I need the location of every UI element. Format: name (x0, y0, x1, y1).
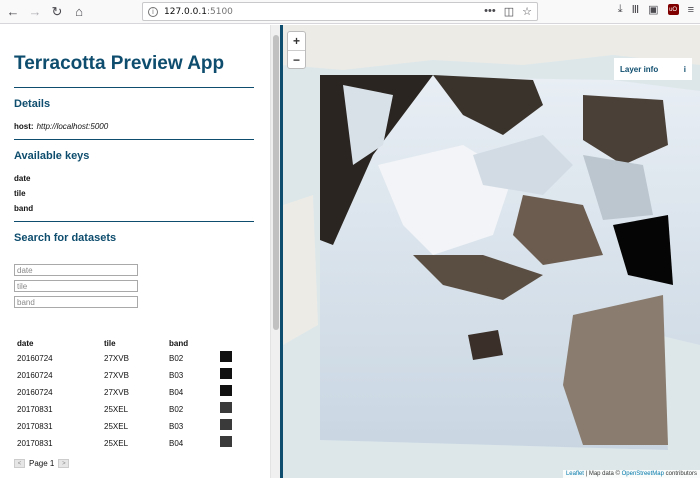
row-band: B02 (169, 405, 184, 414)
forward-icon[interactable]: → (26, 3, 44, 21)
hamburger-menu-icon[interactable]: ≡ (688, 4, 694, 16)
row-band: B02 (169, 354, 184, 363)
ublock-icon[interactable]: uO (667, 4, 679, 15)
col-header-tile: tile (104, 339, 116, 348)
prev-page-button[interactable]: < (14, 459, 25, 468)
map-view[interactable]: + − Layer info i Leaflet | Map data © Op… (283, 25, 700, 478)
map-attribution: Leaflet | Map data © OpenStreetMap contr… (562, 470, 700, 478)
map-canvas (283, 25, 700, 478)
row-date: 20160724 (17, 388, 53, 397)
host-label: host: (14, 122, 34, 131)
url-bar[interactable]: i 127.0.0.1:5100 ••• ◫ ☆ (142, 2, 538, 21)
zoom-control: + − (287, 31, 306, 69)
library-icon[interactable]: Ⅲ (632, 3, 640, 16)
row-date: 20170831 (17, 405, 53, 414)
key-band: band (14, 204, 34, 213)
row-date: 20170831 (17, 422, 53, 431)
row-band: B04 (169, 388, 184, 397)
row-tile: 25XEL (104, 439, 129, 448)
sidebar-icon[interactable]: ▣ (648, 3, 658, 16)
info-icon[interactable]: i (684, 65, 686, 74)
row-tile: 27XVB (104, 388, 129, 397)
key-date: date (14, 174, 31, 183)
bookmark-star-icon[interactable]: ☆ (522, 5, 532, 18)
raster-overlay (320, 75, 700, 450)
dataset-thumbnail[interactable] (220, 351, 232, 362)
col-header-date: date (17, 339, 34, 348)
divider (14, 221, 254, 222)
row-tile: 27XVB (104, 354, 129, 363)
search-band-input[interactable] (14, 296, 138, 308)
url-port: :5100 (206, 6, 233, 17)
layer-info-panel[interactable]: Layer info i (614, 58, 692, 80)
zoom-in-button[interactable]: + (288, 32, 305, 50)
row-tile: 25XEL (104, 422, 129, 431)
pagination: < Page 1 > (14, 459, 70, 468)
layer-info-label: Layer info (620, 64, 659, 74)
host-row: host: http://localhost:5000 (14, 122, 108, 131)
col-header-band: band (169, 339, 189, 348)
scrollbar-thumb[interactable] (273, 35, 279, 330)
row-date: 20160724 (17, 354, 53, 363)
app-title: Terracotta Preview App (14, 53, 225, 74)
leaflet-link[interactable]: Leaflet (566, 471, 584, 477)
page-label: Page 1 (29, 459, 55, 468)
details-title: Details (14, 98, 51, 110)
host-value: http://localhost:5000 (36, 122, 109, 131)
url-host: 127.0.0.1 (164, 6, 207, 17)
divider (14, 139, 254, 140)
dataset-thumbnail[interactable] (220, 436, 232, 447)
row-date: 20160724 (17, 371, 53, 380)
url-text[interactable]: 127.0.0.1:5100 (164, 7, 233, 17)
row-band: B04 (169, 439, 184, 448)
search-tile-input[interactable] (14, 280, 138, 292)
page-actions-icon[interactable]: ••• (484, 5, 496, 18)
pocket-icon[interactable]: ◫ (504, 5, 514, 18)
sidebar: Terracotta Preview App Details host: http… (0, 25, 270, 478)
divider (14, 87, 254, 88)
key-tile: tile (14, 189, 26, 198)
row-band: B03 (169, 422, 184, 431)
search-title: Search for datasets (14, 232, 117, 244)
dataset-thumbnail[interactable] (220, 402, 232, 413)
attribution-suffix: contributors (663, 471, 697, 477)
dataset-thumbnail[interactable] (220, 385, 232, 396)
info-icon[interactable]: i (148, 6, 158, 17)
sidebar-scrollbar[interactable] (270, 25, 280, 478)
osm-link[interactable]: OpenStreetMap (622, 471, 664, 477)
dataset-thumbnail[interactable] (220, 419, 232, 430)
row-band: B03 (169, 371, 184, 380)
attribution-separator: | Map data © (583, 471, 622, 477)
browser-toolbar: ← → ↻ ⌂ i 127.0.0.1:5100 ••• ◫ ☆ ⤓ Ⅲ ▣ u… (0, 0, 700, 24)
row-tile: 25XEL (104, 405, 129, 414)
row-date: 20170831 (17, 439, 53, 448)
zoom-out-button[interactable]: − (288, 50, 305, 68)
available-keys-title: Available keys (14, 150, 90, 162)
home-icon[interactable]: ⌂ (70, 3, 88, 21)
next-page-button[interactable]: > (58, 459, 70, 468)
search-date-input[interactable] (14, 264, 138, 276)
dataset-thumbnail[interactable] (220, 368, 232, 379)
land-area (283, 195, 318, 345)
back-icon[interactable]: ← (4, 3, 22, 21)
reload-icon[interactable]: ↻ (48, 3, 66, 21)
download-icon[interactable]: ⤓ (618, 3, 623, 16)
row-tile: 27XVB (104, 371, 129, 380)
